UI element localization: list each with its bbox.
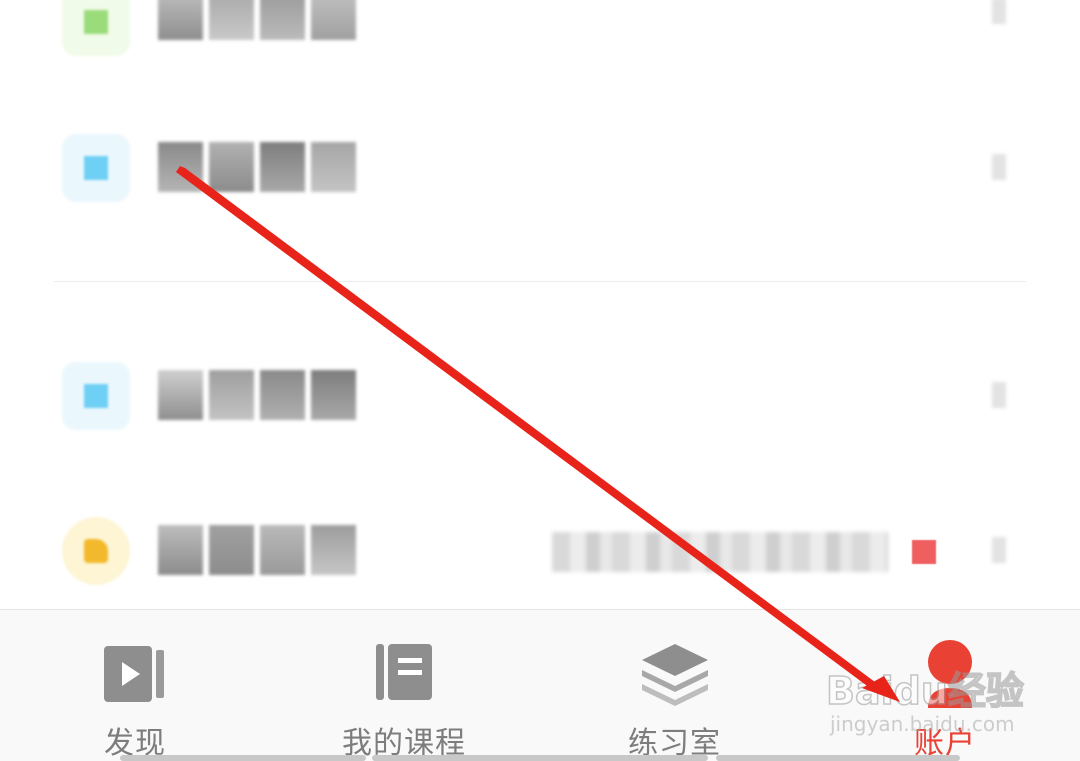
menu-row-2[interactable] (0, 112, 1080, 222)
tab-practice-room[interactable]: 练习室 (600, 610, 750, 761)
notification-dot (912, 540, 936, 564)
chevron-right-icon (992, 0, 1006, 24)
row-value-blurred (552, 532, 888, 572)
chevron-right-icon (992, 382, 1006, 408)
menu-row-label-blurred (158, 370, 362, 420)
watermark-url: jingyan.baidu.com (830, 712, 1015, 736)
home-indicator (372, 755, 708, 761)
tab-discover[interactable]: 发现 (60, 610, 210, 761)
home-indicator (120, 755, 366, 761)
green-square-icon (62, 0, 130, 56)
menu-row-label-blurred (158, 142, 362, 192)
home-indicator (716, 755, 960, 761)
chevron-right-icon (992, 537, 1006, 563)
play-video-icon (104, 646, 164, 702)
menu-row-label-blurred (158, 0, 362, 40)
menu-row-1[interactable] (0, 0, 1080, 70)
blue-square-icon (62, 134, 130, 202)
tab-my-courses[interactable]: 我的课程 (330, 610, 480, 761)
app-screen: 发现 我的课程 练习室 账户 Baidu经验 jingyan.baidu.com (0, 0, 1080, 761)
menu-row-label-blurred (158, 525, 362, 575)
baidu-jingyan-watermark: Baidu经验 jingyan.baidu.com (825, 660, 1036, 740)
chevron-right-icon (992, 154, 1006, 180)
layers-stack-icon (642, 644, 708, 706)
book-icon (376, 644, 432, 700)
watermark-logo-text: Baidu经验 (825, 668, 1024, 714)
section-divider (54, 281, 1026, 282)
menu-row-3[interactable] (0, 340, 1080, 450)
blue-square-icon (62, 362, 130, 430)
yellow-circle-icon (62, 517, 130, 585)
